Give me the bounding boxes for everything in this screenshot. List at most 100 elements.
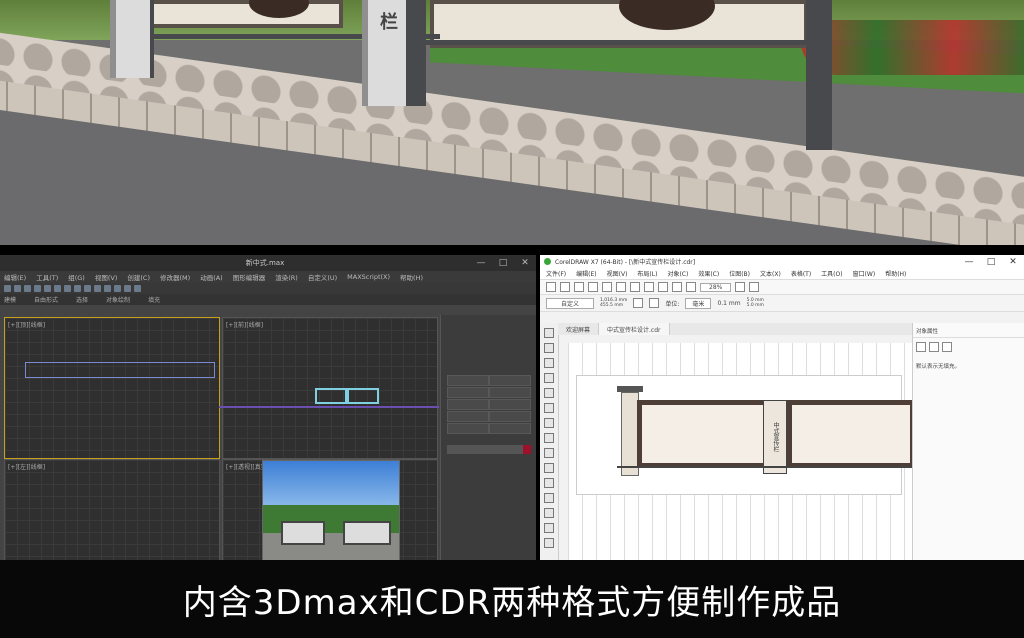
undo-icon[interactable] bbox=[4, 285, 11, 292]
unlink-icon[interactable] bbox=[34, 285, 41, 292]
move-icon[interactable] bbox=[54, 285, 61, 292]
menu-bitmaps[interactable]: 位图(B) bbox=[729, 269, 750, 278]
menu-text[interactable]: 文本(X) bbox=[760, 269, 781, 278]
material-editor-icon[interactable] bbox=[114, 285, 121, 292]
rectangle-tool-icon[interactable] bbox=[544, 418, 554, 428]
menu-maxscript[interactable]: MAXScript(X) bbox=[347, 273, 390, 281]
menu-group[interactable]: 组(G) bbox=[68, 272, 85, 282]
viewport-top[interactable]: [+][顶][线框] bbox=[4, 317, 220, 459]
freehand-tool-icon[interactable] bbox=[544, 388, 554, 398]
page-height-field[interactable]: 455.5 mm bbox=[600, 303, 627, 308]
landscape-icon[interactable] bbox=[649, 298, 660, 308]
fill-icon[interactable] bbox=[916, 342, 926, 352]
viewport-left[interactable]: [+][左][线框] bbox=[4, 459, 220, 560]
ellipse-tool-icon[interactable] bbox=[544, 433, 554, 443]
menu-rendering[interactable]: 渲染(R) bbox=[275, 272, 298, 282]
zoom-select[interactable]: 28% bbox=[700, 282, 732, 292]
menu-customize[interactable]: 自定义(U) bbox=[308, 272, 337, 282]
undo-icon[interactable] bbox=[644, 282, 654, 292]
mirror-icon[interactable] bbox=[94, 285, 101, 292]
save-icon[interactable] bbox=[574, 282, 584, 292]
command-button[interactable] bbox=[489, 423, 531, 434]
paste-icon[interactable] bbox=[630, 282, 640, 292]
viewport-front[interactable]: [+][前][线框] bbox=[219, 317, 439, 459]
tab-document[interactable]: 中式宣传栏设计.cdr bbox=[599, 323, 670, 335]
fill-tool-icon[interactable] bbox=[544, 523, 554, 533]
tab-welcome[interactable]: 欢迎屏幕 bbox=[558, 323, 600, 335]
color-swatch[interactable] bbox=[523, 445, 531, 454]
print-icon[interactable] bbox=[588, 282, 598, 292]
viewport-label[interactable]: [+][左][线框] bbox=[8, 462, 45, 471]
redo-icon[interactable] bbox=[14, 285, 21, 292]
command-button[interactable] bbox=[447, 399, 489, 410]
tab-freeform[interactable]: 自由形式 bbox=[34, 295, 58, 304]
pen-tool-icon[interactable] bbox=[544, 493, 554, 503]
page-artboard[interactable]: 中式宣传栏 bbox=[576, 375, 917, 495]
tab-selection[interactable]: 选择 bbox=[76, 295, 88, 304]
new-document-icon[interactable] bbox=[546, 282, 556, 292]
command-button[interactable] bbox=[447, 375, 489, 386]
link-icon[interactable] bbox=[24, 285, 31, 292]
name-color-field[interactable] bbox=[447, 445, 529, 454]
menu-layout[interactable]: 布局(L) bbox=[637, 269, 657, 278]
minimize-button[interactable]: — bbox=[470, 258, 492, 268]
polygon-tool-icon[interactable] bbox=[544, 448, 554, 458]
minimize-button[interactable]: — bbox=[958, 257, 980, 267]
render-setup-icon[interactable] bbox=[124, 285, 131, 292]
menu-views[interactable]: 视图(V) bbox=[95, 272, 118, 282]
menu-view[interactable]: 视图(V) bbox=[607, 269, 628, 278]
outline-icon[interactable] bbox=[929, 342, 939, 352]
paper-type-select[interactable]: 自定义 bbox=[546, 297, 595, 309]
tab-populate[interactable]: 填充 bbox=[148, 295, 160, 304]
zoom-tool-icon[interactable] bbox=[544, 373, 554, 383]
menu-window[interactable]: 窗口(W) bbox=[853, 269, 876, 278]
open-icon[interactable] bbox=[560, 282, 570, 292]
full-screen-icon[interactable] bbox=[735, 282, 746, 292]
command-button[interactable] bbox=[489, 375, 531, 386]
command-button[interactable] bbox=[447, 387, 489, 398]
shape-tool-icon[interactable] bbox=[544, 343, 554, 353]
menu-edit[interactable]: 编辑(E) bbox=[4, 272, 26, 282]
eyedropper-icon[interactable] bbox=[544, 508, 554, 518]
tab-object-paint[interactable]: 对象绘制 bbox=[106, 295, 130, 304]
smart-fill-icon[interactable] bbox=[544, 403, 554, 413]
command-button[interactable] bbox=[447, 411, 489, 422]
outline-tool-icon[interactable] bbox=[544, 538, 554, 548]
menu-help[interactable]: 帮助(H) bbox=[400, 272, 423, 282]
pick-tool-icon[interactable] bbox=[544, 328, 554, 338]
viewport-label[interactable]: [+][顶][线框] bbox=[8, 320, 45, 329]
nudge-field[interactable]: 0.1 mm bbox=[717, 300, 740, 307]
menu-effects[interactable]: 效果(C) bbox=[698, 269, 719, 278]
rotate-icon[interactable] bbox=[64, 285, 71, 292]
crop-tool-icon[interactable] bbox=[544, 358, 554, 368]
maximize-button[interactable]: □ bbox=[492, 258, 514, 268]
select-icon[interactable] bbox=[44, 285, 51, 292]
menu-edit[interactable]: 编辑(E) bbox=[576, 269, 596, 278]
maximize-button[interactable]: □ bbox=[980, 257, 1002, 267]
menu-help[interactable]: 帮助(H) bbox=[885, 269, 906, 278]
tab-modeling[interactable]: 建模 bbox=[4, 295, 16, 304]
render-icon[interactable] bbox=[134, 285, 141, 292]
align-icon[interactable] bbox=[104, 285, 111, 292]
portrait-icon[interactable] bbox=[633, 298, 644, 308]
launch-icon[interactable] bbox=[749, 282, 760, 292]
menu-create[interactable]: 创建(C) bbox=[127, 272, 150, 282]
command-button[interactable] bbox=[447, 423, 489, 434]
export-icon[interactable] bbox=[686, 282, 696, 292]
close-button[interactable]: ✕ bbox=[514, 258, 536, 268]
menu-table[interactable]: 表格(T) bbox=[791, 269, 811, 278]
menu-graph-editors[interactable]: 图形编辑器 bbox=[233, 272, 266, 282]
import-icon[interactable] bbox=[672, 282, 682, 292]
copy-icon[interactable] bbox=[616, 282, 626, 292]
scale-icon[interactable] bbox=[74, 285, 81, 292]
command-button[interactable] bbox=[489, 399, 531, 410]
close-button[interactable]: ✕ bbox=[1002, 257, 1024, 267]
snap-icon[interactable] bbox=[84, 285, 91, 292]
connector-tool-icon[interactable] bbox=[544, 478, 554, 488]
text-tool-icon[interactable] bbox=[544, 463, 554, 473]
menu-modifiers[interactable]: 修改器(M) bbox=[160, 272, 190, 282]
transparency-icon[interactable] bbox=[942, 342, 952, 352]
redo-icon[interactable] bbox=[658, 282, 668, 292]
menu-tools[interactable]: 工具(O) bbox=[821, 269, 842, 278]
cut-icon[interactable] bbox=[602, 282, 612, 292]
